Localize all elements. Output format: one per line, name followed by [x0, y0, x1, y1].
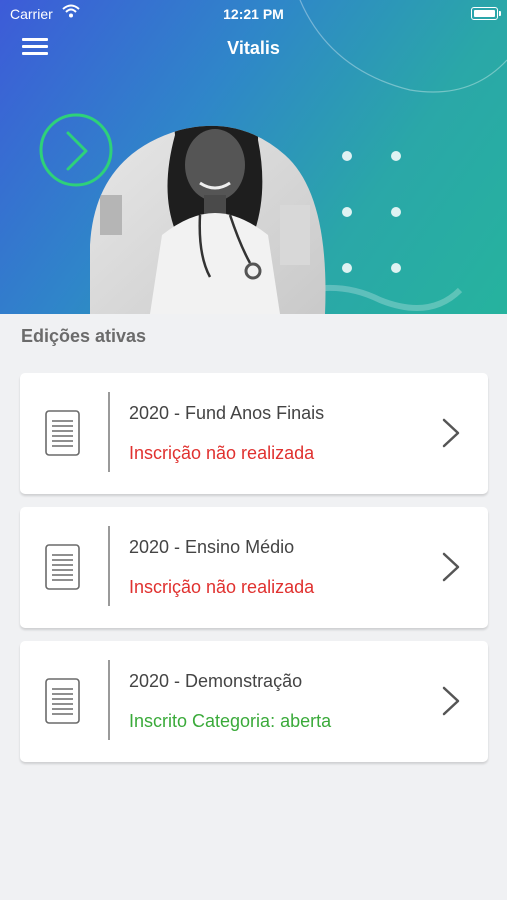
edition-title: 2020 - Ensino Médio	[129, 537, 295, 557]
edition-card[interactable]: 2020 - Ensino Médio Inscrição não realiza…	[20, 507, 488, 628]
edition-status: Inscrição não realizada	[129, 577, 315, 597]
card-divider	[108, 526, 110, 606]
edition-card[interactable]: 2020 - Demonstração Inscrito Categoria: a…	[20, 641, 488, 762]
edition-title: 2020 - Fund Anos Finais	[129, 403, 325, 423]
doctor-photo	[90, 125, 326, 314]
chevron-right-icon	[442, 418, 460, 448]
hero-banner: Carrier 12:21 PM Vitalis	[0, 0, 507, 314]
edition-status: Inscrito Categoria: aberta	[129, 711, 332, 731]
app-title: Vitalis	[227, 38, 280, 58]
edition-status: Inscrição não realizada	[129, 443, 315, 463]
card-divider	[108, 660, 110, 740]
chevron-right-icon	[442, 686, 460, 716]
document-icon	[45, 410, 80, 456]
section-title: Edições ativas	[21, 326, 147, 346]
card-divider	[108, 392, 110, 472]
battery-icon	[471, 7, 501, 20]
document-icon	[45, 678, 80, 724]
clock: 12:21 PM	[223, 6, 284, 22]
chevron-right-icon	[442, 552, 460, 582]
document-icon	[45, 544, 80, 590]
edition-title: 2020 - Demonstração	[129, 671, 303, 691]
edition-card[interactable]: 2020 - Fund Anos Finais Inscrição não rea…	[20, 373, 488, 494]
status-bar: Carrier 12:21 PM	[0, 0, 507, 28]
